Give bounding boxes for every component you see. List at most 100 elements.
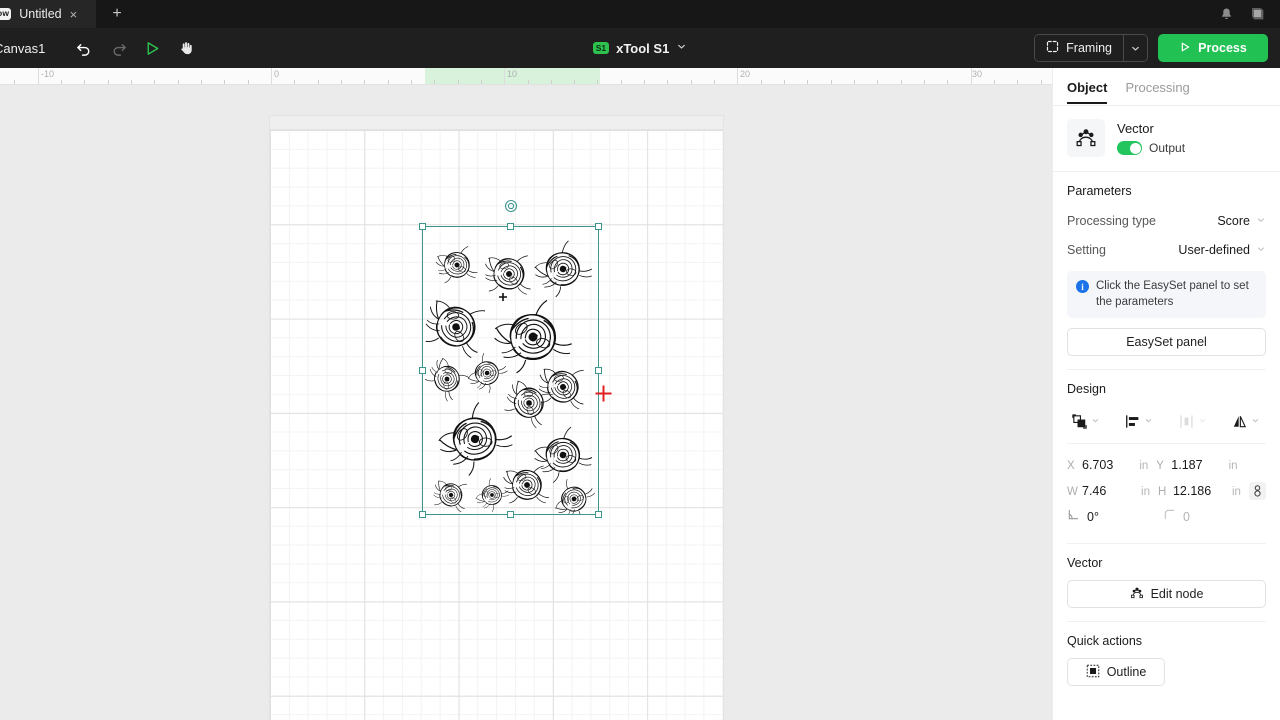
process-button[interactable]: Process	[1158, 34, 1268, 62]
height-unit: in	[1231, 486, 1241, 499]
canvas-workarea[interactable]	[0, 85, 1052, 720]
tab-object[interactable]: Object	[1067, 80, 1108, 104]
rotation-field[interactable]: 0°	[1067, 508, 1163, 526]
lock-aspect-icon[interactable]	[1248, 482, 1266, 501]
tab-processing[interactable]: Processing	[1125, 80, 1189, 103]
ruler-label: 0	[274, 69, 280, 79]
canvas-name-label[interactable]: Canvas1	[0, 41, 45, 56]
processing-type-select[interactable]: Score	[1217, 214, 1266, 228]
ruler-label: 10	[507, 69, 518, 79]
resize-handle-sw[interactable]	[419, 511, 426, 518]
ruler-minor-tick	[994, 80, 995, 84]
chevron-down-icon	[1198, 416, 1207, 427]
flip-icon[interactable]	[1229, 410, 1262, 433]
tab-untitled[interactable]: ow Untitled ×	[0, 0, 96, 28]
rotation-value: 0°	[1087, 510, 1099, 525]
ruler-minor-tick	[901, 80, 902, 84]
arrange-icon[interactable]	[1069, 410, 1102, 433]
resize-handle-se[interactable]	[595, 511, 602, 518]
outline-label: Outline	[1106, 665, 1147, 680]
setting-value: User-defined	[1178, 243, 1250, 257]
horizontal-ruler[interactable]: -10 0 10 20 30	[0, 68, 1052, 85]
resize-handle-n[interactable]	[507, 223, 514, 230]
x-unit: in	[1139, 460, 1149, 473]
object-summary-row: Vector Output	[1053, 106, 1280, 172]
ruler-minor-tick	[854, 80, 855, 84]
tab-bar-spacer	[138, 0, 1219, 28]
ruler-minor-tick	[14, 80, 15, 84]
ruler-minor-tick	[388, 80, 389, 84]
easyset-info-box: i Click the EasySet panel to set the par…	[1067, 271, 1266, 319]
chevron-down-icon	[1256, 244, 1266, 256]
outline-button[interactable]: Outline	[1067, 658, 1165, 687]
ruler-minor-tick	[574, 80, 575, 84]
ruler-minor-tick	[108, 80, 109, 84]
edit-node-button[interactable]: Edit node	[1067, 580, 1266, 609]
ruler-major-tick	[271, 68, 272, 84]
ruler-minor-tick	[831, 80, 832, 84]
redo-icon[interactable]	[101, 34, 135, 62]
ruler-minor-tick	[551, 80, 552, 84]
ruler-minor-tick	[1017, 80, 1018, 84]
resize-handle-w[interactable]	[419, 367, 426, 374]
right-panel: Object Processing Vector Output Paramete…	[1052, 68, 1280, 720]
origin-marker-icon[interactable]	[504, 199, 518, 213]
ruler-minor-tick	[341, 80, 342, 84]
process-label: Process	[1198, 41, 1247, 55]
rose-pattern-vector[interactable]	[423, 227, 598, 514]
layers-icon[interactable]	[1250, 6, 1266, 22]
vector-section: Vector Edit node	[1053, 544, 1280, 623]
ruler-minor-tick	[201, 80, 202, 84]
add-tab-button[interactable]: +	[96, 0, 138, 28]
ruler-minor-tick	[947, 80, 948, 84]
resize-handle-s[interactable]	[507, 511, 514, 518]
y-field[interactable]: Y 1.187 in	[1156, 458, 1245, 472]
ruler-major-tick	[38, 68, 39, 84]
ruler-minor-tick	[714, 80, 715, 84]
quick-actions-title: Quick actions	[1067, 634, 1143, 649]
framing-icon	[1046, 40, 1059, 56]
ruler-minor-tick	[784, 80, 785, 84]
chevron-down-icon	[676, 39, 687, 57]
align-left-icon[interactable]	[1122, 410, 1155, 433]
framing-dropdown-button[interactable]	[1123, 35, 1147, 61]
setting-select[interactable]: User-defined	[1178, 243, 1266, 257]
width-field[interactable]: W 7.46 in	[1067, 484, 1158, 498]
rotation-row: 0° 0	[1067, 504, 1266, 530]
processing-type-label: Processing type	[1067, 214, 1156, 228]
output-toggle[interactable]	[1117, 141, 1142, 155]
distribute-icon	[1176, 410, 1209, 433]
y-value: 1.187	[1171, 458, 1203, 473]
object-output-row: Output	[1117, 141, 1185, 155]
size-row: W 7.46 in H 12.186 in	[1067, 478, 1266, 504]
close-icon[interactable]: ×	[70, 8, 78, 21]
parameters-title: Parameters	[1067, 184, 1132, 198]
chevron-down-icon	[1144, 416, 1153, 427]
sheet-top-band	[270, 116, 723, 130]
ruler-major-tick	[504, 68, 505, 84]
x-field[interactable]: X 6.703 in	[1067, 458, 1156, 472]
ruler-minor-tick	[458, 80, 459, 84]
tab-bar-actions	[1219, 0, 1280, 28]
outline-icon	[1086, 664, 1100, 681]
hand-icon[interactable]	[169, 34, 203, 62]
ruler-minor-tick	[294, 80, 295, 84]
ruler-minor-tick	[924, 80, 925, 84]
corner-radius-field[interactable]: 0	[1163, 508, 1259, 526]
ruler-minor-tick	[528, 80, 529, 84]
ruler-minor-tick	[224, 80, 225, 84]
dimension-fields: X 6.703 in Y 1.187 in W 7.46 in H 12.186…	[1067, 443, 1266, 530]
framing-button[interactable]: Framing	[1035, 35, 1123, 61]
ruler-minor-tick	[434, 80, 435, 84]
resize-handle-nw[interactable]	[419, 223, 426, 230]
cursor-play-icon[interactable]	[135, 34, 169, 62]
bell-icon[interactable]	[1219, 7, 1234, 22]
resize-handle-ne[interactable]	[595, 223, 602, 230]
easyset-panel-button[interactable]: EasySet panel	[1067, 328, 1266, 357]
undo-icon[interactable]	[67, 34, 101, 62]
device-selector[interactable]: S1 xTool S1	[592, 39, 688, 57]
ruler-minor-tick	[481, 80, 482, 84]
parameters-section: Parameters Processing type Score Setting…	[1053, 172, 1280, 371]
height-field[interactable]: H 12.186 in	[1158, 484, 1249, 498]
resize-handle-e[interactable]	[595, 367, 602, 374]
